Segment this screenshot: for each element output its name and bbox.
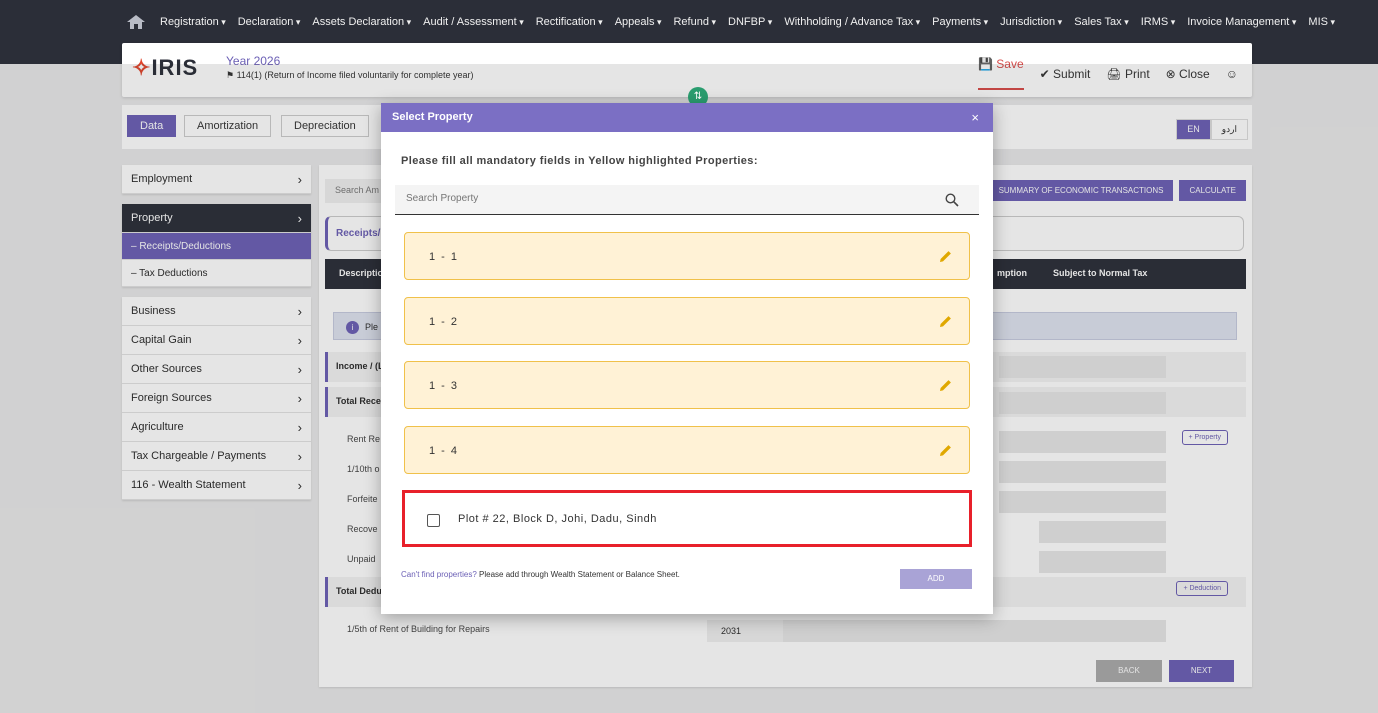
- plot-checkbox[interactable]: [427, 514, 440, 527]
- menu-assets-declaration[interactable]: Assets Declaration: [312, 16, 411, 28]
- property-search-input[interactable]: [406, 193, 906, 204]
- dialog-message: Please fill all mandatory fields in Yell…: [401, 155, 758, 167]
- edit-pencil-icon[interactable]: [938, 314, 953, 329]
- property-item[interactable]: 1 - 1: [404, 232, 970, 280]
- menu-irms[interactable]: IRMS: [1141, 16, 1176, 28]
- menu-invoice-management[interactable]: Invoice Management: [1187, 16, 1296, 28]
- menu-jurisdiction[interactable]: Jurisdiction: [1000, 16, 1062, 28]
- menu-withholding[interactable]: Withholding / Advance Tax: [784, 16, 920, 28]
- menu-registration[interactable]: Registration: [160, 16, 226, 28]
- cant-find-link[interactable]: Can't find properties?: [401, 570, 477, 579]
- property-item[interactable]: 1 - 4: [404, 426, 970, 474]
- menu-refund[interactable]: Refund: [673, 16, 716, 28]
- select-property-dialog: Select Property × Please fill all mandat…: [381, 103, 993, 614]
- property-item[interactable]: 1 - 2: [404, 297, 970, 345]
- menu-rectification[interactable]: Rectification: [536, 16, 603, 28]
- dialog-footer-text: Can't find properties? Please add throug…: [401, 570, 680, 579]
- menu-payments[interactable]: Payments: [932, 16, 988, 28]
- edit-pencil-icon[interactable]: [938, 249, 953, 264]
- close-icon[interactable]: ×: [971, 103, 979, 132]
- dialog-title: Select Property: [392, 111, 473, 123]
- menu-mis[interactable]: MIS: [1308, 16, 1335, 28]
- home-icon[interactable]: [126, 14, 146, 30]
- menu-dnfbp[interactable]: DNFBP: [728, 16, 772, 28]
- dialog-header: Select Property ×: [381, 103, 993, 132]
- add-button[interactable]: ADD: [900, 569, 972, 589]
- menu-appeals[interactable]: Appeals: [615, 16, 662, 28]
- main-menu: Registration Declaration Assets Declarat…: [126, 14, 1335, 30]
- edit-pencil-icon[interactable]: [938, 378, 953, 393]
- property-item[interactable]: 1 - 3: [404, 361, 970, 409]
- menu-declaration[interactable]: Declaration: [238, 16, 301, 28]
- plot-label: Plot # 22, Block D, Johi, Dadu, Sindh: [458, 513, 657, 525]
- plot-property-row[interactable]: Plot # 22, Block D, Johi, Dadu, Sindh: [402, 490, 972, 547]
- menu-audit-assessment[interactable]: Audit / Assessment: [423, 16, 524, 28]
- menu-sales-tax[interactable]: Sales Tax: [1074, 16, 1129, 28]
- property-search: [395, 185, 979, 215]
- search-icon[interactable]: [945, 193, 959, 207]
- edit-pencil-icon[interactable]: [938, 443, 953, 458]
